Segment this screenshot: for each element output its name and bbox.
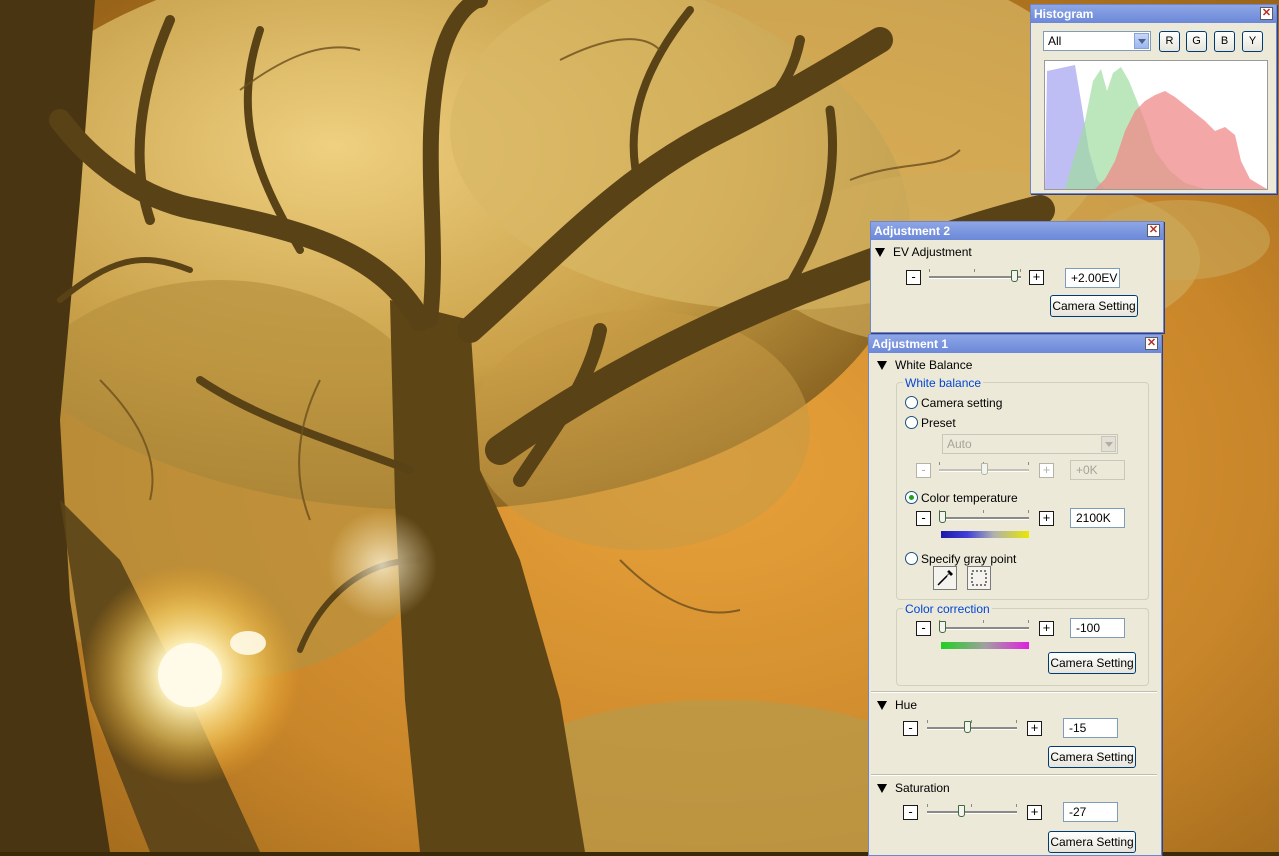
temperature-gradient-bar <box>941 531 1029 538</box>
triangle-down-icon[interactable] <box>875 248 885 257</box>
hue-header[interactable]: Hue <box>877 697 917 713</box>
hue-minus-button[interactable]: - <box>903 721 918 736</box>
hue-slider-thumb[interactable] <box>964 721 971 733</box>
radio-gray-point-label[interactable]: Specify gray point <box>921 552 1016 566</box>
radio-camera-setting[interactable] <box>905 396 918 409</box>
adjustment1-title: Adjustment 1 <box>872 337 949 351</box>
ev-slider-thumb[interactable] <box>1011 270 1018 282</box>
white-balance-group-title: White balance <box>903 376 984 390</box>
saturation-value-field[interactable]: -27 <box>1063 802 1118 822</box>
hue-label: Hue <box>895 698 918 712</box>
ev-value-field[interactable]: +2.00EV <box>1065 268 1120 288</box>
triangle-down-icon[interactable] <box>877 361 887 370</box>
histogram-palette: Histogram ✕ All R G B Y <box>1030 4 1277 194</box>
saturation-slider-thumb[interactable] <box>958 805 965 817</box>
marquee-select-icon <box>971 570 987 586</box>
adjustment2-title: Adjustment 2 <box>874 224 951 238</box>
adjustment1-palette: Adjustment 1 ✕ White Balance White balan… <box>868 334 1162 856</box>
triangle-down-icon[interactable] <box>877 784 887 793</box>
color-correction-slider-thumb[interactable] <box>939 621 946 633</box>
hue-plus-button[interactable]: + <box>1027 721 1042 736</box>
histogram-red-button[interactable]: R <box>1159 31 1180 52</box>
preset-minus-button[interactable]: - <box>916 463 931 478</box>
preset-select[interactable]: Auto <box>942 434 1118 454</box>
adjustment1-titlebar[interactable]: Adjustment 1 ✕ <box>869 335 1161 353</box>
saturation-header[interactable]: Saturation <box>877 780 950 796</box>
histogram-channel-value: All <box>1048 34 1062 48</box>
histogram-green-button[interactable]: G <box>1186 31 1207 52</box>
chevron-down-icon[interactable] <box>1134 33 1149 49</box>
eyedropper-button[interactable] <box>933 566 957 590</box>
color-correction-slider[interactable] <box>939 620 1029 633</box>
radio-gray-point[interactable] <box>905 552 918 565</box>
ev-adjustment-label: EV Adjustment <box>893 245 972 259</box>
temperature-slider-thumb[interactable] <box>939 511 946 523</box>
close-icon[interactable]: ✕ <box>1145 337 1158 350</box>
color-correction-value-field[interactable]: -100 <box>1070 618 1125 638</box>
saturation-slider[interactable] <box>927 804 1017 817</box>
temperature-plus-button[interactable]: + <box>1039 511 1054 526</box>
radio-camera-setting-label[interactable]: Camera setting <box>921 396 1002 410</box>
hue-slider[interactable] <box>927 720 1017 733</box>
color-correction-camera-setting-button[interactable]: Camera Setting <box>1048 652 1136 674</box>
color-correction-plus-button[interactable]: + <box>1039 621 1054 636</box>
preset-plus-button[interactable]: + <box>1039 463 1054 478</box>
white-balance-label: White Balance <box>895 358 973 372</box>
ev-minus-button[interactable]: - <box>906 270 921 285</box>
saturation-camera-setting-button[interactable]: Camera Setting <box>1048 831 1136 853</box>
close-icon[interactable]: ✕ <box>1147 224 1160 237</box>
ev-adjustment-header[interactable]: EV Adjustment <box>875 244 972 260</box>
preset-slider-thumb[interactable] <box>981 463 988 475</box>
saturation-label: Saturation <box>895 781 950 795</box>
ev-camera-setting-button[interactable]: Camera Setting <box>1050 295 1138 317</box>
histogram-graph <box>1044 60 1268 190</box>
temperature-slider[interactable] <box>939 510 1029 523</box>
histogram-title: Histogram <box>1034 7 1094 21</box>
adjustment2-palette: Adjustment 2 ✕ EV Adjustment - + +2.00EV… <box>870 221 1164 333</box>
hue-value-field[interactable]: -15 <box>1063 718 1118 738</box>
color-correction-gradient-bar <box>941 642 1029 649</box>
ev-slider[interactable] <box>929 269 1021 282</box>
chevron-down-icon[interactable] <box>1101 436 1116 452</box>
radio-color-temperature[interactable] <box>905 491 918 504</box>
histogram-titlebar[interactable]: Histogram ✕ <box>1031 5 1276 23</box>
color-correction-minus-button[interactable]: - <box>916 621 931 636</box>
saturation-minus-button[interactable]: - <box>903 805 918 820</box>
temperature-minus-button[interactable]: - <box>916 511 931 526</box>
preset-slider[interactable] <box>939 462 1029 475</box>
histogram-blue-button[interactable]: B <box>1214 31 1235 52</box>
adjustment2-titlebar[interactable]: Adjustment 2 ✕ <box>871 222 1163 240</box>
ev-plus-button[interactable]: + <box>1029 270 1044 285</box>
preset-select-value: Auto <box>947 437 972 451</box>
color-correction-group-title: Color correction <box>903 602 992 616</box>
hue-camera-setting-button[interactable]: Camera Setting <box>1048 746 1136 768</box>
histogram-plot <box>1045 65 1267 189</box>
histogram-luminance-button[interactable]: Y <box>1242 31 1263 52</box>
saturation-plus-button[interactable]: + <box>1027 805 1042 820</box>
marquee-select-button[interactable] <box>967 566 991 590</box>
temperature-value-field[interactable]: 2100K <box>1070 508 1125 528</box>
preset-value-field[interactable]: +0K <box>1070 460 1125 480</box>
hue-divider <box>871 691 1157 693</box>
radio-color-temperature-label[interactable]: Color temperature <box>921 491 1018 505</box>
radio-preset-label[interactable]: Preset <box>921 416 956 430</box>
close-icon[interactable]: ✕ <box>1260 7 1273 20</box>
saturation-divider <box>871 774 1157 776</box>
white-balance-header[interactable]: White Balance <box>877 357 972 373</box>
radio-preset[interactable] <box>905 416 918 429</box>
histogram-channel-select[interactable]: All <box>1043 31 1151 51</box>
triangle-down-icon[interactable] <box>877 701 887 710</box>
eyedropper-icon <box>937 570 953 586</box>
